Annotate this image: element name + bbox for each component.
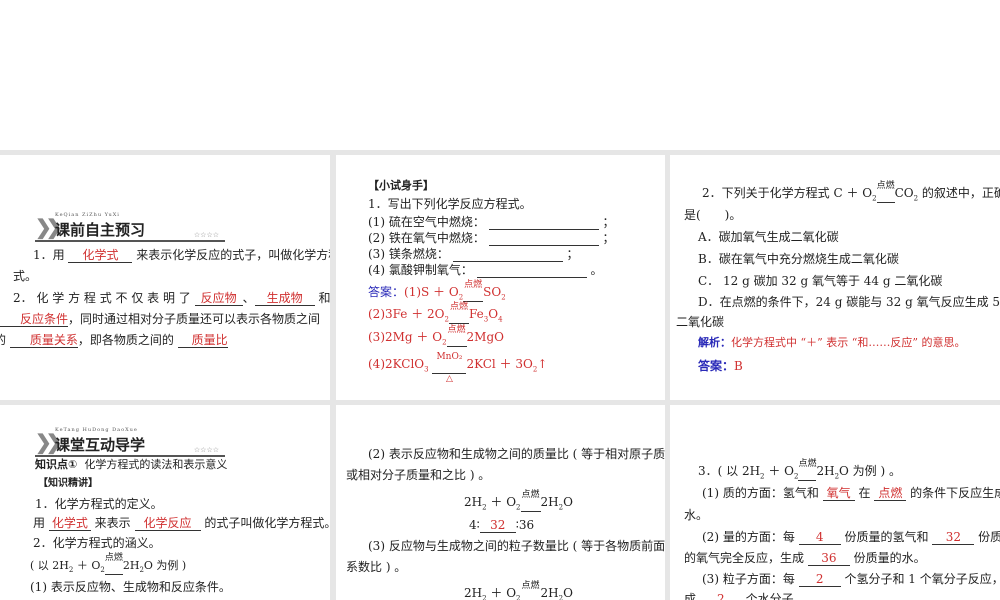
option-d: 二氧化碳 bbox=[676, 315, 725, 329]
text-line: 系数比 ) 。 bbox=[346, 560, 407, 574]
chevron-icon: ❯❯ bbox=[35, 215, 62, 239]
stars-icon: ☆☆☆☆ bbox=[193, 231, 219, 239]
equation: 2H2 ＋ O2 点燃 2H2O bbox=[464, 581, 573, 600]
option-c: C． 12 g 碳加 32 g 氧气等于 44 g 二氧化碳 bbox=[698, 274, 943, 288]
option-d: D．在点燃的条件下，24 g 碳能与 32 g 氧气反应生成 56 g bbox=[698, 295, 1000, 309]
equation: 2H2 ＋ O2 点燃 2H2O bbox=[464, 490, 573, 512]
text-line: 水。 bbox=[684, 508, 709, 522]
section-title: 课堂互动导学 bbox=[55, 436, 146, 454]
slide-preview-4[interactable]: ❯❯ KeTang HuDong DaoXue 课堂互动导学 ☆☆☆☆ 知识点①… bbox=[0, 405, 330, 600]
text-line: 成 2 个水分子。 bbox=[684, 591, 806, 600]
section-title: 课前自主预习 bbox=[55, 221, 146, 239]
answer: 答案：B bbox=[698, 359, 743, 373]
question-item: (4) 氯酸钾制氧气： 。 bbox=[368, 263, 603, 278]
text-line: 2． 化 学 方 程 式 不 仅 表 明 了 反应物、生成物 和 bbox=[13, 291, 330, 306]
slide-preview-2[interactable]: 【小试身手】 1．写出下列化学反应方程式。 (1) 硫在空气中燃烧： ； (2)… bbox=[336, 155, 665, 400]
knowledge-point: 知识点① 化学方程式的读法和表示意义 bbox=[35, 458, 228, 471]
option-a: A．碳加氧气生成二氧化碳 bbox=[698, 230, 839, 244]
slide-preview-5[interactable]: (2) 表示反应物和生成物之间的质量比 ( 等于相对原子质量 或相对分子质量和之… bbox=[336, 405, 665, 600]
answer-line: (4)2KClO3 MnO₂ △ 2KCl ＋ 3O2↑ bbox=[368, 352, 548, 384]
question-item: (1) 硫在空气中燃烧： ； bbox=[368, 215, 615, 230]
text-line: (2) 表示反应物和生成物之间的质量比 ( 等于相对原子质量 bbox=[368, 447, 665, 461]
text-line: 用 化学式 来表示 化学反应 的式子叫做化学方程式。 bbox=[33, 516, 330, 531]
text-line: 的 质量关系，即各物质之间的 质量比 bbox=[0, 333, 228, 348]
section-header: ❯❯ KeQian ZiZhu YuXi 课前自主预习 ☆☆☆☆ bbox=[35, 212, 225, 242]
section-header: ❯❯ KeTang HuDong DaoXue 课堂互动导学 ☆☆☆☆ bbox=[35, 427, 225, 457]
answer-line: 答案：(1)S ＋ O2 点燃 SO2 bbox=[368, 280, 506, 302]
option-b: B．碳在氧气中充分燃烧生成二氧化碳 bbox=[698, 252, 899, 266]
question-item: (2) 铁在氧气中燃烧： ； bbox=[368, 231, 615, 246]
answer-line: (2)3Fe ＋ 2O2 点燃 Fe3O4 bbox=[368, 302, 503, 324]
analysis: 解析：化学方程式中 “＋” 表示 “和……反应” 的意思。 bbox=[698, 336, 966, 349]
question-text: 2．下列关于化学方程式 C ＋ O2点燃 CO2 的叙述中，正确的 bbox=[702, 181, 1000, 203]
text-line: (1) 质的方面：氢气和 氧气 在 点燃 的条件下反应生成 bbox=[702, 486, 1000, 501]
text-line: 的氧气完全反应，生成 36 份质量的水。 bbox=[684, 551, 926, 566]
text-line: 反应条件，同时通过相对分子质量还可以表示各物质之间 bbox=[0, 311, 320, 327]
text-line: (2) 量的方面：每 4 份质量的氢气和 32 份质量 bbox=[702, 530, 1000, 545]
text-line: 式。 bbox=[13, 269, 38, 283]
text-line: 1．化学方程式的定义。 bbox=[35, 497, 163, 511]
answer-line: (3)2Mg ＋ O2 点燃 2MgO bbox=[368, 325, 504, 347]
header-pinyin: KeQian ZiZhu YuXi bbox=[55, 212, 120, 218]
text-line: 或相对分子质量和之比 ) 。 bbox=[346, 468, 491, 482]
question-text: 是( )。 bbox=[684, 208, 742, 222]
subsection-title: 【知识精讲】 bbox=[38, 478, 98, 489]
text-line: (1) 表示反应物、生成物和反应条件。 bbox=[30, 580, 231, 594]
text-line: 2．化学方程式的涵义。 bbox=[33, 536, 161, 550]
ratio-line: 4∶ 32 ∶36 bbox=[469, 518, 535, 533]
question-item: (3) 镁条燃烧： ； bbox=[368, 247, 579, 262]
header-pinyin: KeTang HuDong DaoXue bbox=[55, 427, 138, 433]
text-line: (3) 反应物与生成物之间的粒子数量比 ( 等于各物质前面的 bbox=[368, 539, 665, 553]
equation-line: ( 以 2H2 ＋ O2 点燃 2H2O 为例 ) bbox=[30, 553, 187, 575]
text-line: (3) 粒子方面：每 2 个氢分子和 1 个氧分子反应，生 bbox=[702, 572, 1000, 587]
slide-preview-6[interactable]: 3．( 以 2H2 ＋ O2 点燃 2H2O 为例 ) 。 (1) 质的方面：氢气… bbox=[670, 405, 1000, 600]
text-line: 1．用 化学式 来表示化学反应的式子，叫做化学方程 bbox=[33, 248, 330, 263]
slide-preview-3[interactable]: 2．下列关于化学方程式 C ＋ O2点燃 CO2 的叙述中，正确的 是( )。 … bbox=[670, 155, 1000, 400]
question-text: 3．( 以 2H2 ＋ O2 点燃 2H2O 为例 ) 。 bbox=[698, 459, 901, 481]
chevron-icon: ❯❯ bbox=[35, 430, 62, 454]
stars-icon: ☆☆☆☆ bbox=[193, 446, 219, 454]
question-text: 1．写出下列化学反应方程式。 bbox=[368, 197, 532, 211]
subsection-title: 【小试身手】 bbox=[368, 179, 434, 192]
slide-preview-1[interactable]: ❯❯ KeQian ZiZhu YuXi 课前自主预习 ☆☆☆☆ 1．用 化学式… bbox=[0, 155, 330, 400]
